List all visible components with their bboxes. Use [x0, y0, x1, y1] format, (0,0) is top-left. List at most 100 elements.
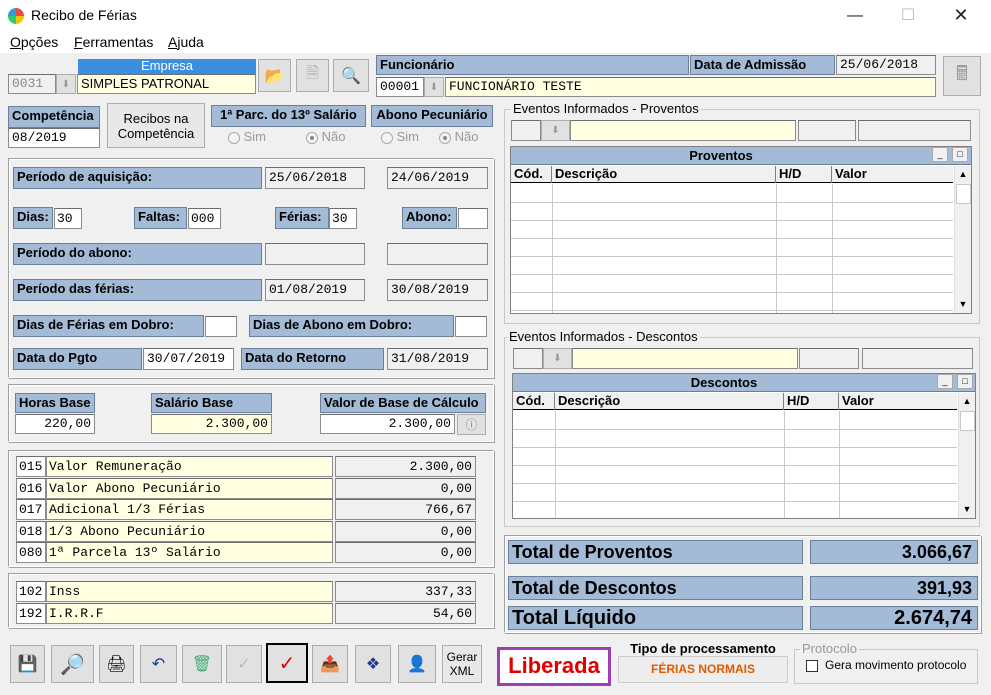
parcela13-sim-radio[interactable]: Sim — [228, 129, 266, 144]
abono-dias-field[interactable] — [458, 208, 488, 229]
data-retorno-field[interactable]: 31/08/2019 — [387, 348, 488, 370]
proventos-maximize-icon[interactable]: □ — [952, 147, 968, 162]
funcionario-name-field[interactable]: FUNCIONÁRIO TESTE — [445, 77, 936, 97]
descontos-minimize-icon[interactable]: _ — [937, 374, 953, 389]
prov-col-cod[interactable]: Cód. — [511, 166, 552, 183]
admissao-field[interactable]: 25/06/2018 — [836, 55, 936, 75]
proventos-minimize-icon[interactable]: _ — [932, 147, 948, 162]
close-button[interactable]: ✕ — [938, 0, 984, 31]
gerar-xml-button[interactable]: Gerar XML — [442, 645, 482, 683]
prov-hd-field[interactable] — [798, 120, 856, 141]
grid-row-line — [511, 256, 953, 257]
abono-sim-radio[interactable]: Sim — [381, 129, 419, 144]
document-icon-button[interactable]: 🗎 — [296, 59, 329, 92]
confirm-check-button[interactable]: ✓ — [266, 643, 308, 683]
periodo-abono-fim[interactable] — [387, 243, 488, 265]
scroll-up-icon[interactable]: ▲ — [955, 166, 971, 183]
grid-row-line — [511, 220, 953, 221]
competencia-label: Competência — [8, 106, 100, 128]
abono-dobro-field[interactable] — [455, 316, 487, 337]
verba-value: 0,00 — [335, 520, 476, 542]
periodo-aquisicao-inicio[interactable]: 25/06/2018 — [265, 167, 365, 189]
grid-row-line — [511, 238, 953, 239]
verba-code: 018 — [16, 520, 46, 542]
periodo-aquisicao-fim[interactable]: 24/06/2019 — [387, 167, 488, 189]
periodo-ferias-inicio[interactable]: 01/08/2019 — [265, 279, 365, 301]
ferias-dobro-field[interactable] — [205, 316, 237, 337]
prov-lookup-button[interactable]: ⬇ — [541, 120, 570, 141]
empresa-lookup-button[interactable]: ⬇ — [56, 74, 76, 94]
dias-field[interactable]: 30 — [54, 208, 82, 229]
descontos-maximize-icon[interactable]: □ — [957, 374, 973, 389]
desc-col-valor[interactable]: Valor — [839, 393, 957, 410]
export-button[interactable]: 📤 — [312, 645, 348, 683]
periodo-ferias-fim[interactable]: 30/08/2019 — [387, 279, 488, 301]
prov-valor-field[interactable] — [858, 120, 971, 141]
salario-base-field[interactable]: 2.300,00 — [151, 414, 272, 434]
scroll-up-icon[interactable]: ▲ — [959, 393, 975, 410]
recibos-competencia-button[interactable]: Recibos na Competência — [107, 103, 205, 148]
data-pgto-field[interactable]: 30/07/2019 — [143, 348, 234, 370]
scroll-thumb[interactable] — [956, 184, 971, 204]
admissao-label: Data de Admissão — [690, 55, 835, 75]
funcionario-lookup-button[interactable]: ⬇ — [424, 77, 444, 97]
menu-ajuda[interactable]: Ajuda — [168, 34, 204, 50]
desc-hd-field[interactable] — [799, 348, 859, 369]
calculator-button[interactable]: 🖩 — [943, 56, 981, 96]
scroll-down-icon[interactable]: ▼ — [955, 296, 971, 313]
protocolo-checkbox[interactable] — [806, 660, 818, 672]
proventos-scrollbar[interactable]: ▲ ▼ — [954, 166, 971, 313]
prov-col-desc[interactable]: Descrição — [552, 166, 776, 183]
parcela13-nao-radio[interactable]: Não — [306, 129, 345, 144]
menu-opcoes[interactable]: Opções — [10, 34, 58, 50]
desc-desc-field[interactable] — [572, 348, 798, 369]
descontos-scrollbar[interactable]: ▲ ▼ — [958, 393, 975, 518]
navigate-button[interactable]: ❖ — [355, 645, 391, 683]
competencia-field[interactable]: 08/2019 — [8, 128, 100, 148]
abono-nao-radio[interactable]: Não — [439, 129, 478, 144]
desc-code-field[interactable] — [513, 348, 543, 369]
desc-col-hd[interactable]: H/D — [784, 393, 839, 410]
descontos-grid[interactable]: Descontos _ □ Cód. Descrição H/D Valor ▲… — [512, 373, 976, 519]
desc-valor-field[interactable] — [862, 348, 973, 369]
horas-base-field[interactable]: 220,00 — [15, 414, 95, 434]
user-search-button[interactable]: 👤 — [398, 645, 436, 683]
check-disabled-button[interactable]: ✓ — [226, 645, 262, 683]
info-button[interactable]: ⓘ — [457, 414, 486, 435]
empresa-name-field[interactable]: SIMPLES PATRONAL — [77, 74, 256, 94]
prov-desc-field[interactable] — [570, 120, 796, 141]
periodo-abono-inicio[interactable] — [265, 243, 365, 265]
search-document-button[interactable]: 🔍 — [333, 59, 369, 92]
proventos-grid[interactable]: Proventos _ □ Cód. Descrição H/D Valor ▲… — [510, 146, 972, 314]
funcionario-code-field[interactable]: 00001 — [376, 77, 424, 97]
abono-label: Abono Pecuniário — [371, 105, 493, 127]
prov-col-hd[interactable]: H/D — [776, 166, 832, 183]
grid-col-line — [555, 411, 556, 518]
ferias-field[interactable]: 30 — [329, 208, 357, 229]
desc-col-cod[interactable]: Cód. — [513, 393, 555, 410]
desc-col-desc[interactable]: Descrição — [555, 393, 784, 410]
prov-col-valor[interactable]: Valor — [832, 166, 953, 183]
minimize-button[interactable]: — — [832, 0, 878, 31]
faltas-field[interactable]: 000 — [188, 208, 221, 229]
maximize-button[interactable]: ☐ — [885, 0, 931, 31]
verba-desc: Valor Remuneração — [46, 456, 333, 477]
empresa-label: Empresa — [78, 59, 256, 74]
grid-row-line — [513, 447, 957, 448]
scroll-down-icon[interactable]: ▼ — [959, 501, 975, 518]
empresa-code-field[interactable]: 0031 — [8, 74, 56, 94]
undo-button[interactable]: ↶ — [140, 645, 177, 683]
base-calculo-field[interactable]: 2.300,00 — [320, 414, 455, 434]
print-button[interactable]: 🖨 — [99, 645, 134, 683]
save-button[interactable]: 💾 — [10, 645, 45, 683]
desc-lookup-button[interactable]: ⬇ — [543, 348, 572, 369]
open-folder-button[interactable]: 📂 — [258, 59, 291, 92]
protocolo-checkbox-label[interactable]: Gera movimento protocolo — [825, 658, 966, 672]
scroll-thumb[interactable] — [960, 411, 975, 431]
delete-button[interactable]: 🗑 — [182, 645, 222, 683]
desconto-fixo-desc: I.R.R.F — [46, 602, 333, 624]
verba-desc: 1ª Parcela 13º Salário — [46, 542, 333, 563]
menu-ferramentas[interactable]: Ferramentas — [74, 34, 153, 50]
prov-code-field[interactable] — [511, 120, 541, 141]
search-button[interactable]: 🔎 — [51, 645, 94, 683]
